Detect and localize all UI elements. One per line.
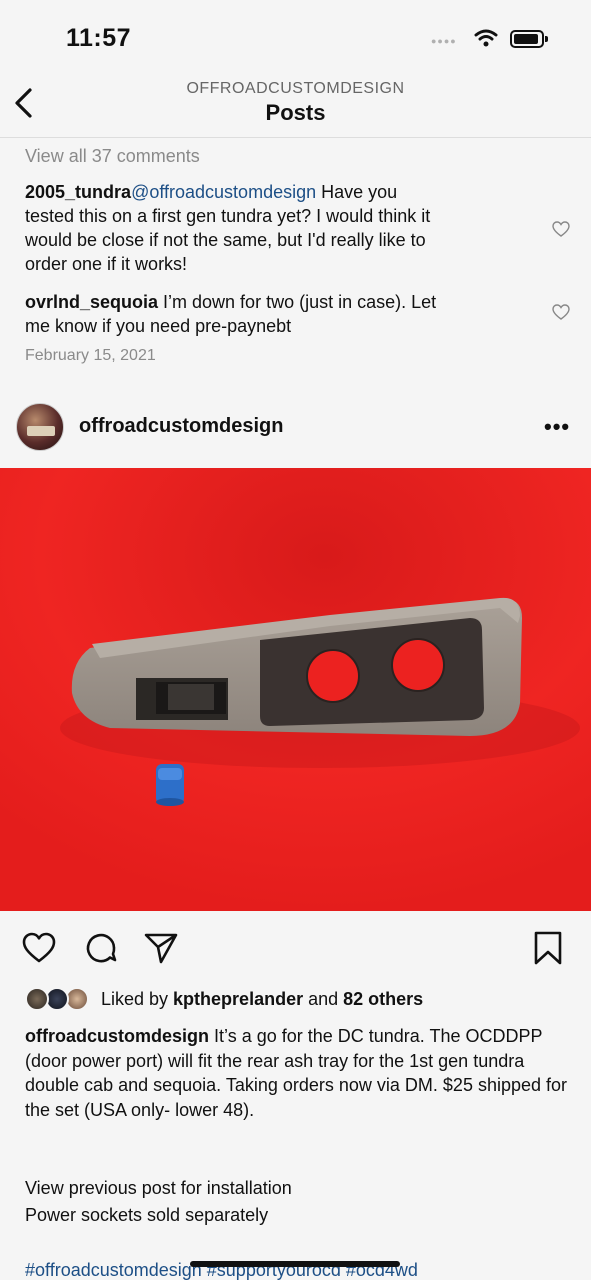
comment-username[interactable]: 2005_tundra	[25, 182, 131, 202]
nav-account-name: OFFROADCUSTOMDESIGN	[186, 80, 405, 97]
likes-text: Liked by kptheprelander and 82 others	[101, 989, 423, 1010]
home-indicator	[190, 1261, 400, 1267]
comment-date: February 15, 2021	[25, 347, 156, 364]
status-time: 11:57	[66, 24, 132, 52]
power-port-tray-photo	[0, 468, 591, 911]
comment-like-icon[interactable]	[552, 221, 570, 237]
view-all-comments-link[interactable]: View all 37 comments	[25, 146, 200, 167]
status-bar: 11:57 ●●●●	[0, 0, 591, 74]
liker-username[interactable]: kptheprelander	[173, 989, 303, 1009]
comment-text: I’m down for two (just in case). Let	[158, 292, 437, 312]
likes-count[interactable]: 82 others	[343, 989, 423, 1009]
comment-username[interactable]: ovrlnd_sequoia	[25, 292, 158, 312]
bookmark-icon[interactable]	[530, 930, 566, 966]
comment-text: Have you	[316, 182, 398, 202]
signal-icon: ●●●●	[431, 36, 457, 46]
comment-text: me know if you need pre-paynebt	[25, 316, 292, 336]
comment-item: 2005_tundra@offroadcustomdesign Have you…	[25, 180, 535, 276]
nav-header: OFFROADCUSTOMDESIGN Posts	[0, 74, 591, 138]
more-options-icon[interactable]: •••	[544, 414, 570, 440]
avatar	[25, 987, 49, 1011]
comment-text: tested this on a first gen tundra yet? I…	[25, 206, 431, 226]
likes-row[interactable]: Liked by kptheprelander and 82 others	[25, 986, 585, 1014]
comment-item: ovrlnd_sequoia I’m down for two (just in…	[25, 290, 535, 338]
share-send-icon[interactable]	[143, 930, 179, 966]
wifi-icon	[474, 29, 498, 47]
comment-icon[interactable]	[83, 930, 119, 966]
caption-text: Power sockets sold separately	[25, 1205, 269, 1225]
avatar[interactable]	[16, 403, 64, 451]
page-title: Posts	[265, 100, 326, 125]
post-username[interactable]: offroadcustomdesign	[79, 415, 283, 438]
comment-like-icon[interactable]	[552, 304, 570, 320]
caption-text: View previous post for installation	[25, 1178, 292, 1198]
comment-mention[interactable]: @offroadcustomdesign	[131, 182, 316, 202]
battery-icon	[510, 30, 548, 48]
like-heart-icon[interactable]	[21, 930, 57, 966]
likes-prefix: Liked by	[101, 989, 174, 1009]
caption-username[interactable]: offroadcustomdesign	[25, 1026, 209, 1046]
post-actions	[0, 930, 591, 970]
comment-text: order one if it works!	[25, 254, 188, 274]
comment-text: would be close if not the same, but I'd …	[25, 230, 426, 250]
likes-middle: and	[303, 989, 344, 1009]
post-image[interactable]	[0, 468, 591, 911]
post-caption: offroadcustomdesign It’s a go for the DC…	[25, 1024, 570, 1122]
post-header: offroadcustomdesign •••	[0, 400, 591, 454]
